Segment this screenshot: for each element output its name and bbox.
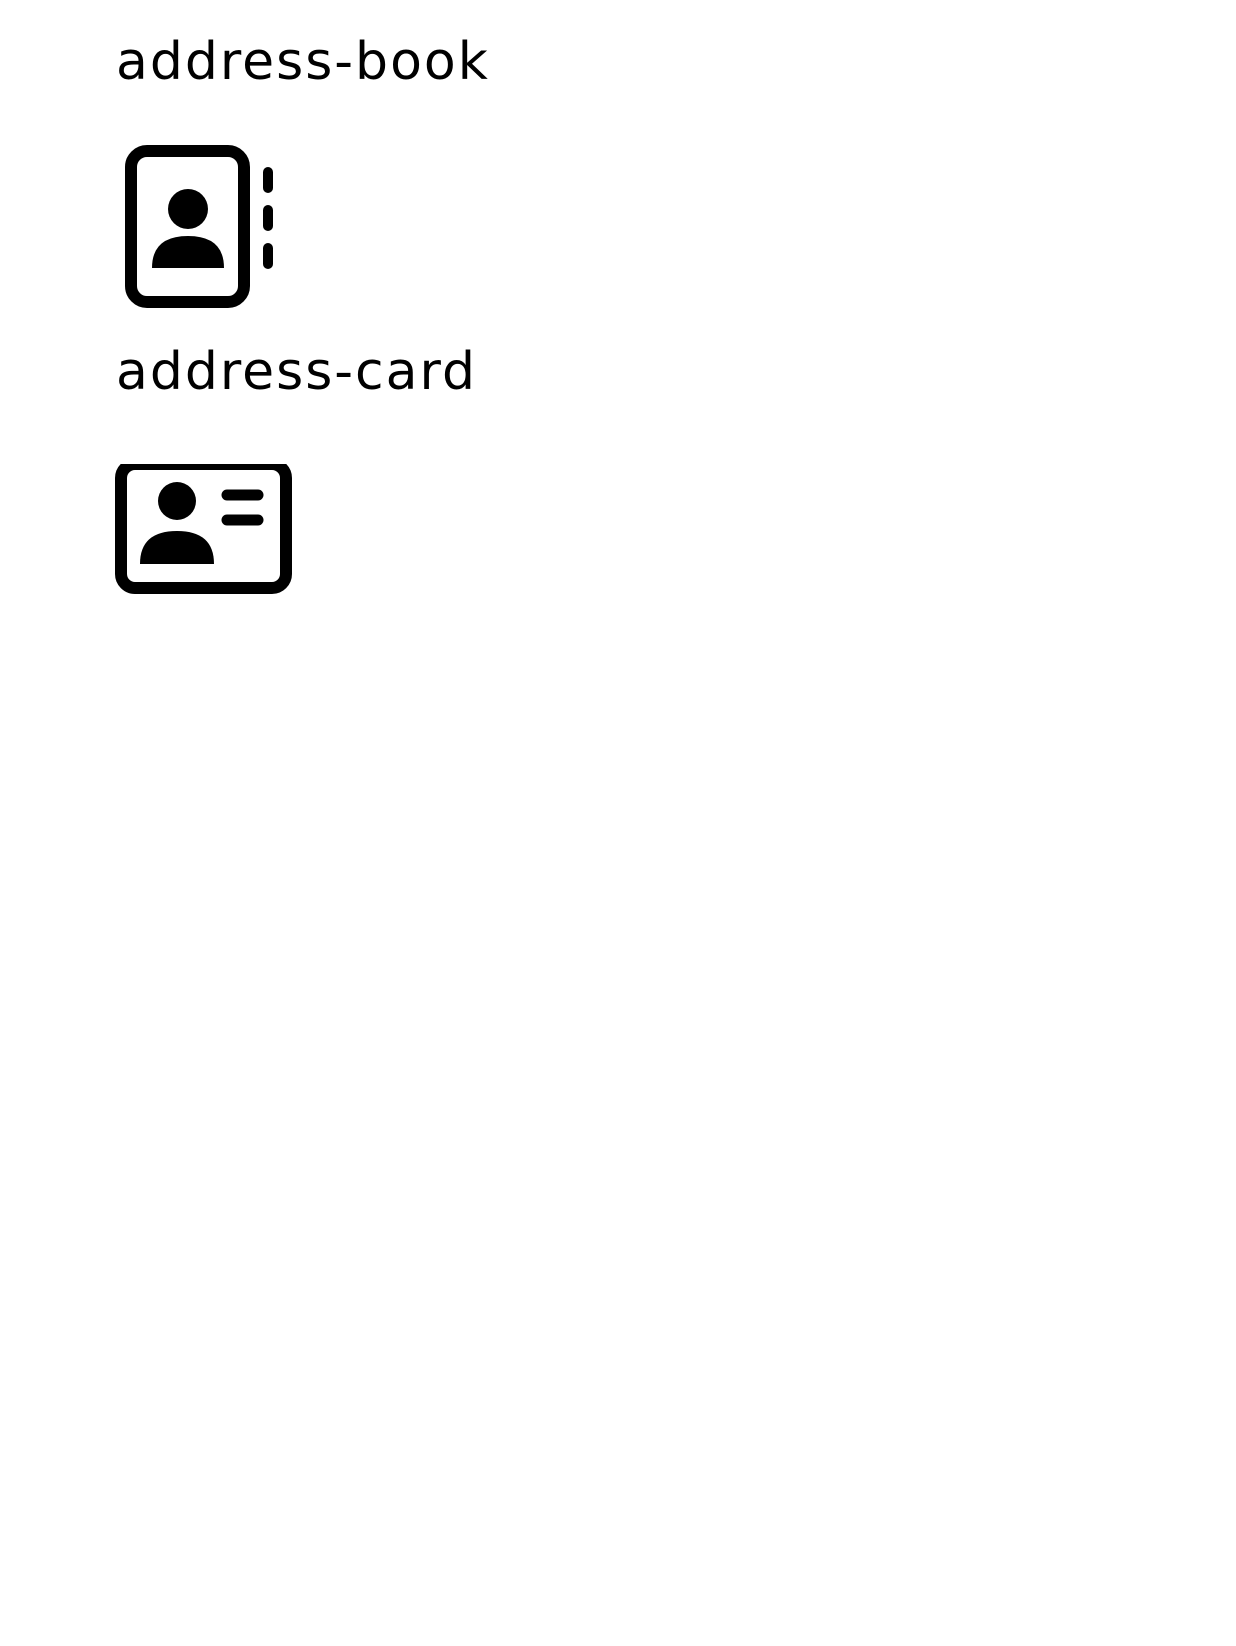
icon-label-address-book: address-book bbox=[116, 32, 490, 92]
address-book-icon bbox=[125, 145, 273, 308]
address-card-icon bbox=[115, 464, 292, 594]
icon-label-address-card: address-card bbox=[116, 342, 477, 402]
